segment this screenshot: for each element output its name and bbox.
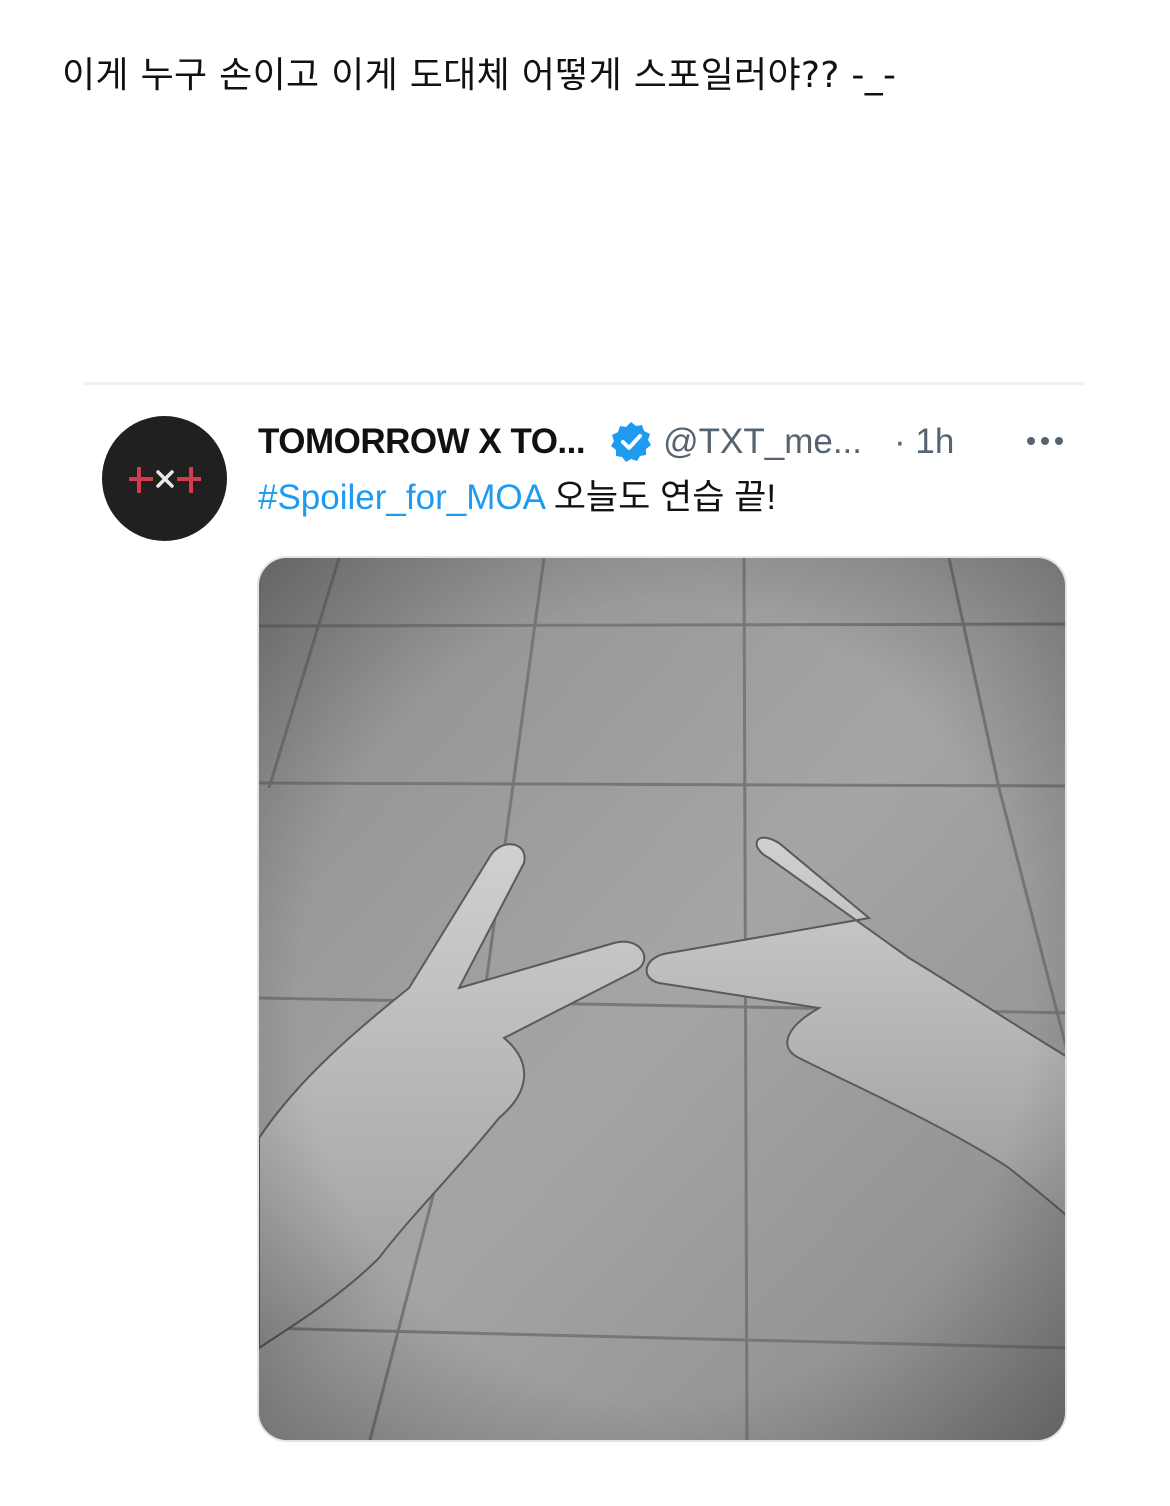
timestamp[interactable]: · 1h (894, 422, 954, 462)
display-name[interactable]: TOMORROW X TO... (258, 422, 586, 462)
photo-image (259, 558, 1065, 1440)
txt-logo-icon (128, 466, 201, 493)
handle[interactable]: @TXT_me... (663, 422, 862, 462)
tweet-photo[interactable] (257, 556, 1067, 1442)
more-options-icon[interactable] (1020, 420, 1070, 462)
tweet-text: #Spoiler_for_MOA 오늘도 연습 끝! (258, 476, 776, 520)
avatar[interactable] (102, 416, 227, 541)
tweet-body: 오늘도 연습 끝! (543, 478, 777, 517)
tweet-header: TOMORROW X TO... @TXT_me... · 1h (258, 418, 1068, 466)
verified-badge-icon (611, 422, 652, 462)
hashtag-link[interactable]: #Spoiler_for_MOA (258, 478, 544, 517)
divider (84, 382, 1084, 385)
post-text: 이게 누구 손이고 이게 도대체 어떻게 스포일러야?? -_- (62, 55, 897, 96)
more-dots (1027, 437, 1063, 445)
